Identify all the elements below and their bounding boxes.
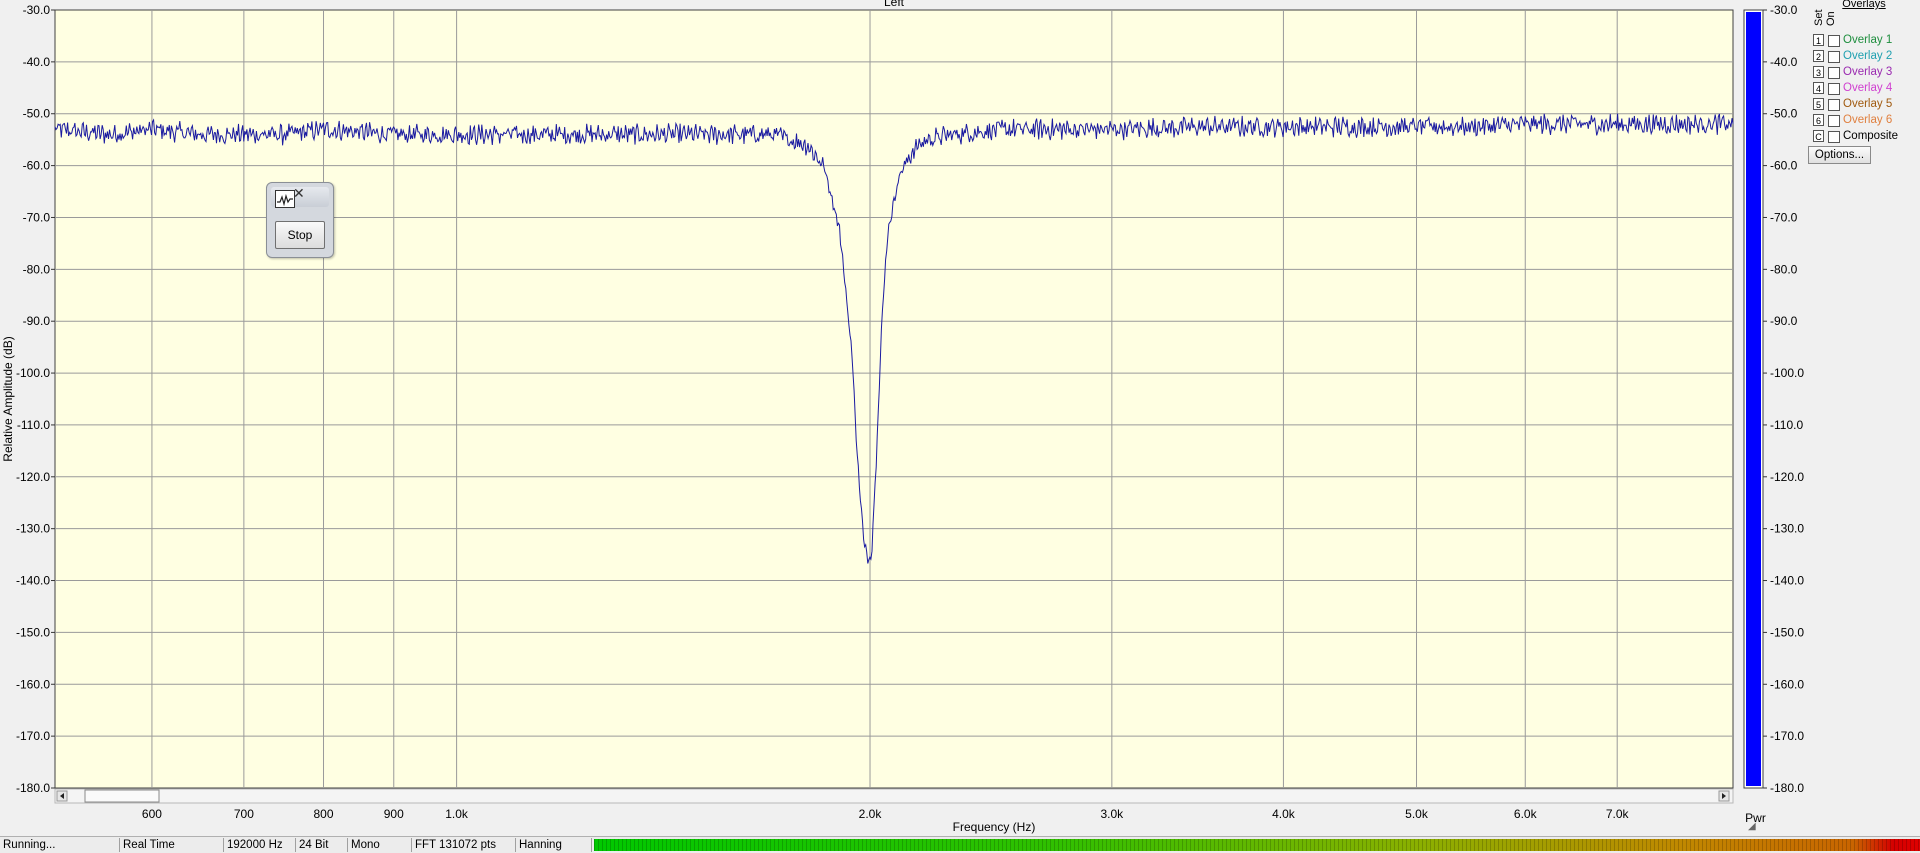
y-tick-label: -90.0 bbox=[23, 314, 51, 328]
x-tick-label: 5.0k bbox=[1405, 807, 1429, 821]
input-level-meter bbox=[594, 839, 1920, 851]
power-meter-tick-label: -100.0 bbox=[1770, 366, 1804, 380]
y-tick-label: -70.0 bbox=[23, 210, 51, 224]
overlay-label: Overlay 2 bbox=[1843, 50, 1893, 62]
horizontal-scrollbar bbox=[54, 788, 1734, 804]
power-meter-tick-label: -40.0 bbox=[1770, 55, 1798, 69]
y-tick-label: -160.0 bbox=[16, 677, 50, 691]
y-tick-label: -60.0 bbox=[23, 159, 51, 173]
y-tick-label: -170.0 bbox=[16, 729, 50, 743]
power-meter-tick-label: -90.0 bbox=[1770, 314, 1798, 328]
power-meter-tick-label: -110.0 bbox=[1770, 418, 1803, 432]
status-state: Running... bbox=[0, 838, 120, 852]
power-meter-tick-label: -130.0 bbox=[1770, 522, 1804, 536]
overlay-row-1: 1 Overlay 1 bbox=[1813, 34, 1920, 48]
plot-area bbox=[54, 9, 1734, 789]
status-fft: FFT 131072 pts bbox=[412, 838, 516, 852]
overlay-checkbox-1[interactable] bbox=[1828, 35, 1840, 47]
y-tick-label: -130.0 bbox=[16, 522, 50, 536]
options-button[interactable]: Options... bbox=[1808, 146, 1871, 164]
y-tick-label: -30.0 bbox=[23, 3, 51, 17]
overlay-set-button-5[interactable]: 5 bbox=[1813, 98, 1824, 110]
overlay-set-button-1[interactable]: 1 bbox=[1813, 34, 1824, 46]
stop-button[interactable]: Stop bbox=[275, 221, 325, 249]
resize-grip-icon[interactable]: ◢ bbox=[1748, 821, 1756, 832]
overlay-row-3: 3 Overlay 3 bbox=[1813, 66, 1920, 80]
overlay-set-button-2[interactable]: 2 bbox=[1813, 50, 1824, 62]
power-meter-tick-label: -180.0 bbox=[1770, 781, 1804, 795]
y-tick-label: -180.0 bbox=[16, 781, 50, 795]
status-mode: Real Time bbox=[120, 838, 224, 852]
power-meter-tick-label: -70.0 bbox=[1770, 210, 1798, 224]
y-tick-label: -50.0 bbox=[23, 107, 51, 121]
y-tick-label: -80.0 bbox=[23, 262, 51, 276]
overlay-checkbox-c[interactable] bbox=[1828, 131, 1840, 143]
overlay-set-button-4[interactable]: 4 bbox=[1813, 82, 1824, 94]
power-meter-tick-label: -160.0 bbox=[1770, 677, 1804, 691]
overlay-set-button-3[interactable]: 3 bbox=[1813, 66, 1824, 78]
chart-title: Left bbox=[884, 0, 905, 9]
status-window-function: Hanning bbox=[516, 838, 592, 852]
y-tick-label: -140.0 bbox=[16, 574, 50, 588]
overlay-row-4: 4 Overlay 4 bbox=[1813, 82, 1920, 96]
overlay-checkbox-4[interactable] bbox=[1828, 83, 1840, 95]
waveform-icon[interactable] bbox=[275, 190, 295, 208]
overlays-title: Overlays bbox=[1842, 0, 1886, 10]
overlay-label: Composite bbox=[1843, 130, 1898, 142]
power-meter-bar bbox=[1746, 12, 1761, 786]
y-tick-label: -150.0 bbox=[16, 625, 50, 639]
overlay-checkbox-6[interactable] bbox=[1828, 115, 1840, 127]
power-meter-tick-label: -80.0 bbox=[1770, 262, 1798, 276]
control-panel[interactable]: ✕ Stop bbox=[266, 182, 334, 258]
overlay-row-2: 2 Overlay 2 bbox=[1813, 50, 1920, 64]
status-bit-depth: 24 Bit bbox=[296, 838, 348, 852]
overlay-label: Overlay 4 bbox=[1843, 82, 1893, 94]
power-meter-tick-label: -140.0 bbox=[1770, 574, 1804, 588]
overlays-on-header: On bbox=[1825, 11, 1837, 26]
x-tick-label: 600 bbox=[142, 807, 162, 821]
power-meter-tick-label: -150.0 bbox=[1770, 625, 1804, 639]
spectrum-analyzer-window: Left -30.0 -40.0 -50.0 -60.0 -70.0 -80.0 -90.0 -… bbox=[0, 0, 1920, 853]
x-tick-label: 7.0k bbox=[1606, 807, 1630, 821]
overlay-set-button-c[interactable]: C bbox=[1813, 130, 1824, 142]
close-icon[interactable]: ✕ bbox=[293, 186, 305, 200]
power-meter-tick-label: -120.0 bbox=[1770, 470, 1804, 484]
overlay-row-6: 6 Overlay 6 bbox=[1813, 114, 1920, 128]
y-tick-label: -100.0 bbox=[16, 366, 50, 380]
y-axis-label: Relative Amplitude (dB) bbox=[1, 336, 15, 461]
x-axis-label: Frequency (Hz) bbox=[953, 820, 1036, 834]
power-meter-tick-label: -170.0 bbox=[1770, 729, 1804, 743]
overlay-checkbox-3[interactable] bbox=[1828, 67, 1840, 79]
overlay-label: Overlay 1 bbox=[1843, 34, 1893, 46]
spectrum-chart: Left -30.0 -40.0 -50.0 -60.0 -70.0 -80.0 -90.0 -… bbox=[1, 0, 1804, 834]
overlay-label: Overlay 6 bbox=[1843, 114, 1893, 126]
power-meter-tick-label: -50.0 bbox=[1770, 107, 1798, 121]
overlay-row-c: C Composite bbox=[1813, 130, 1920, 144]
scroll-thumb bbox=[84, 789, 160, 803]
power-meter-tick-label: -30.0 bbox=[1770, 3, 1798, 17]
x-tick-label: 700 bbox=[234, 807, 254, 821]
overlay-checkbox-2[interactable] bbox=[1828, 51, 1840, 63]
status-bar: Running... Real Time 192000 Hz 24 Bit Mo… bbox=[0, 836, 1920, 853]
x-tick-label: 6.0k bbox=[1514, 807, 1538, 821]
status-sample-rate: 192000 Hz bbox=[224, 838, 296, 852]
overlay-set-button-6[interactable]: 6 bbox=[1813, 114, 1824, 126]
overlay-checkbox-5[interactable] bbox=[1828, 99, 1840, 111]
power-meter-tick-label: -60.0 bbox=[1770, 159, 1798, 173]
overlays-panel: Overlays Set On 1 Overlay 1 2 Overlay 2 3 Ove… bbox=[1805, 0, 1920, 170]
x-tick-label: 1.0k bbox=[445, 807, 469, 821]
x-tick-label: 2.0k bbox=[859, 807, 883, 821]
x-tick-label: 3.0k bbox=[1101, 807, 1125, 821]
y-tick-label: -110.0 bbox=[17, 418, 50, 432]
x-tick-label: 4.0k bbox=[1272, 807, 1296, 821]
overlay-label: Overlay 3 bbox=[1843, 66, 1893, 78]
overlays-set-header: Set bbox=[1813, 9, 1825, 26]
x-tick-label: 900 bbox=[384, 807, 404, 821]
y-tick-label: -40.0 bbox=[23, 55, 51, 69]
y-tick-label: -120.0 bbox=[16, 470, 50, 484]
overlay-row-5: 5 Overlay 5 bbox=[1813, 98, 1920, 112]
status-channels: Mono bbox=[348, 838, 412, 852]
overlay-label: Overlay 5 bbox=[1843, 98, 1893, 110]
x-tick-label: 800 bbox=[313, 807, 333, 821]
